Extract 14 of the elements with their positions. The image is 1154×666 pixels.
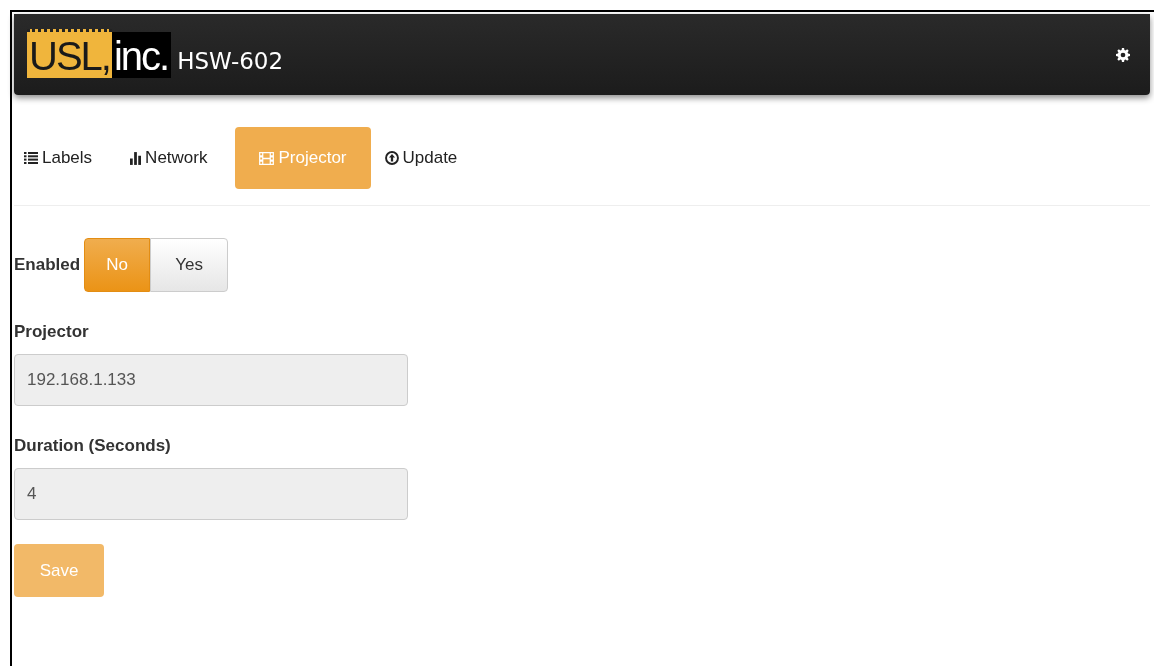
film-icon [259, 151, 275, 165]
nav-tab[interactable]: Network [120, 127, 232, 189]
device-title: HSW-602 [177, 47, 284, 74]
field-label: Enabled [14, 255, 81, 275]
field-label: Duration (Seconds) [14, 436, 172, 456]
field-label: Projector [14, 322, 90, 342]
settings-icon[interactable] [1116, 47, 1130, 62]
nav-tab[interactable]: Update [374, 127, 482, 189]
list-icon [24, 152, 38, 164]
logo: USL,inc. [27, 31, 172, 78]
upload-icon [384, 151, 399, 165]
toggle-option[interactable]: Yes [150, 238, 229, 292]
nav-tab[interactable]: Labels [14, 127, 117, 189]
bar-chart-icon [130, 151, 142, 165]
